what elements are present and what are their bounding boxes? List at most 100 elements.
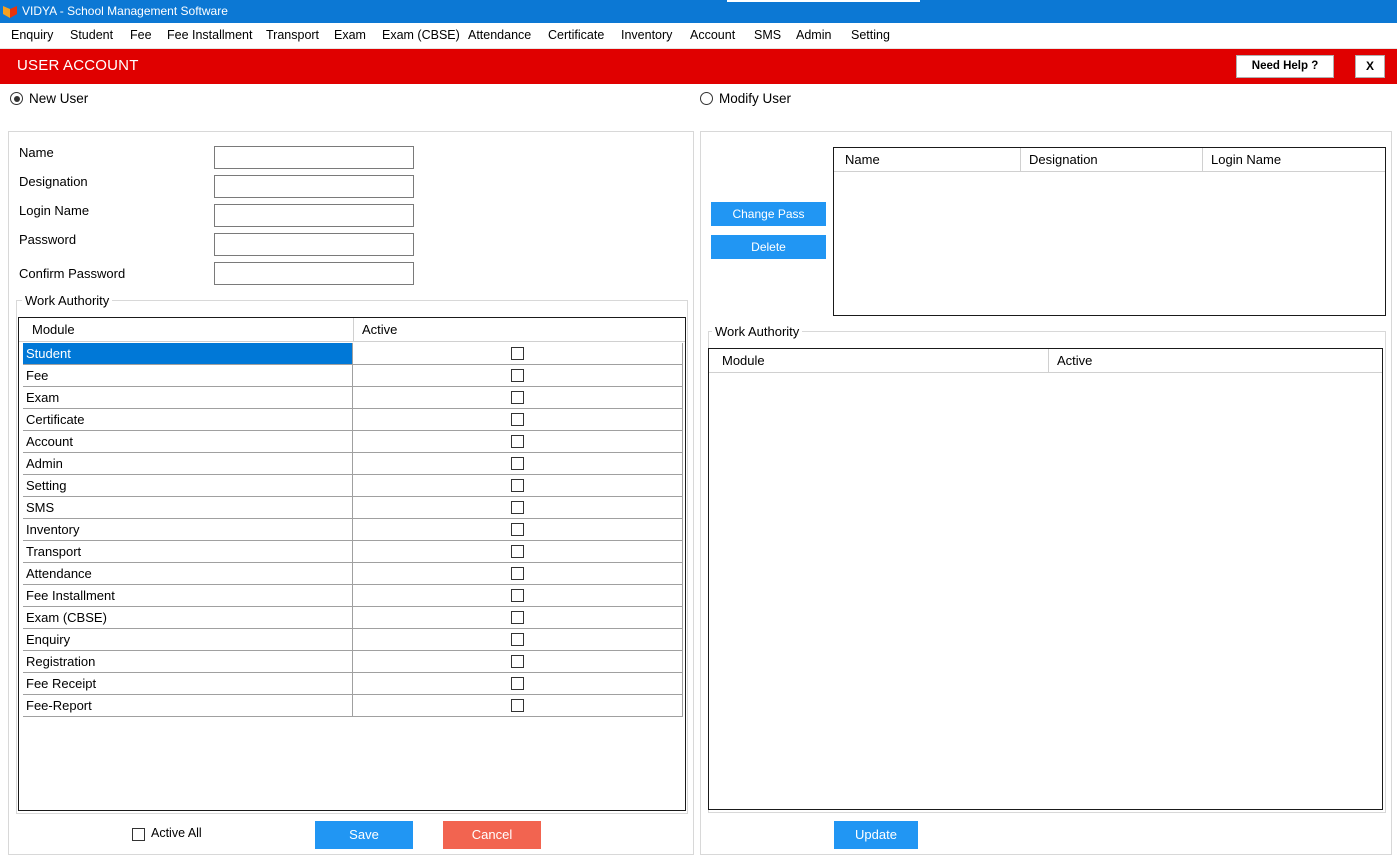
menu-attendance[interactable]: Attendance	[468, 28, 531, 42]
menu-enquiry[interactable]: Enquiry	[11, 28, 53, 42]
active-cell[interactable]	[353, 343, 683, 365]
module-cell[interactable]: Exam	[23, 387, 353, 409]
active-all-checkbox[interactable]	[132, 828, 145, 841]
table-row[interactable]: Registration	[23, 651, 683, 673]
table-row[interactable]: Fee	[23, 365, 683, 387]
module-cell[interactable]: Inventory	[23, 519, 353, 541]
active-checkbox[interactable]	[511, 677, 524, 690]
active-cell[interactable]	[353, 651, 683, 673]
table-row[interactable]: Student	[23, 343, 683, 365]
active-checkbox[interactable]	[511, 391, 524, 404]
active-cell[interactable]	[353, 409, 683, 431]
module-cell[interactable]: Certificate	[23, 409, 353, 431]
column-header-designation[interactable]: Designation	[1021, 148, 1203, 171]
module-cell[interactable]: Registration	[23, 651, 353, 673]
table-row[interactable]: Certificate	[23, 409, 683, 431]
active-cell[interactable]	[353, 387, 683, 409]
menu-transport[interactable]: Transport	[266, 28, 319, 42]
active-cell[interactable]	[353, 629, 683, 651]
table-row[interactable]: Admin	[23, 453, 683, 475]
modify-column-header-module[interactable]: Module	[714, 349, 1049, 372]
active-cell[interactable]	[353, 519, 683, 541]
module-cell[interactable]: Account	[23, 431, 353, 453]
login-name-input[interactable]	[214, 204, 414, 227]
new-user-option[interactable]: New User	[10, 90, 130, 108]
table-row[interactable]: Fee Installment	[23, 585, 683, 607]
module-cell[interactable]: Admin	[23, 453, 353, 475]
menu-account[interactable]: Account	[690, 28, 735, 42]
close-button[interactable]: X	[1355, 55, 1385, 78]
designation-input[interactable]	[214, 175, 414, 198]
active-cell[interactable]	[353, 453, 683, 475]
save-button[interactable]: Save	[315, 821, 413, 849]
module-cell[interactable]: Fee-Report	[23, 695, 353, 717]
cancel-button[interactable]: Cancel	[443, 821, 541, 849]
modify-column-header-active[interactable]: Active	[1049, 349, 1382, 372]
table-row[interactable]: Exam	[23, 387, 683, 409]
module-cell[interactable]: Setting	[23, 475, 353, 497]
column-header-active[interactable]: Active	[354, 318, 684, 341]
module-cell[interactable]: Attendance	[23, 563, 353, 585]
confirm-password-input[interactable]	[214, 262, 414, 285]
active-checkbox[interactable]	[511, 655, 524, 668]
module-cell[interactable]: Fee Installment	[23, 585, 353, 607]
modify-user-radio[interactable]	[700, 92, 713, 105]
active-checkbox[interactable]	[511, 413, 524, 426]
active-cell[interactable]	[353, 563, 683, 585]
change-pass-button[interactable]: Change Pass	[711, 202, 826, 226]
active-cell[interactable]	[353, 541, 683, 563]
active-cell[interactable]	[353, 695, 683, 717]
table-row[interactable]: Attendance	[23, 563, 683, 585]
active-checkbox[interactable]	[511, 457, 524, 470]
active-cell[interactable]	[353, 497, 683, 519]
active-checkbox[interactable]	[511, 567, 524, 580]
menu-admin[interactable]: Admin	[796, 28, 831, 42]
active-checkbox[interactable]	[511, 545, 524, 558]
active-checkbox[interactable]	[511, 611, 524, 624]
active-checkbox[interactable]	[511, 501, 524, 514]
menu-fee-installment[interactable]: Fee Installment	[167, 28, 252, 42]
table-row[interactable]: Setting	[23, 475, 683, 497]
active-cell[interactable]	[353, 673, 683, 695]
table-row[interactable]: Inventory	[23, 519, 683, 541]
table-row[interactable]: Enquiry	[23, 629, 683, 651]
active-checkbox[interactable]	[511, 479, 524, 492]
menu-exam-cbse[interactable]: Exam (CBSE)	[382, 28, 460, 42]
active-checkbox[interactable]	[511, 523, 524, 536]
module-cell[interactable]: Student	[23, 343, 353, 365]
table-row[interactable]: Exam (CBSE)	[23, 607, 683, 629]
module-cell[interactable]: Transport	[23, 541, 353, 563]
active-cell[interactable]	[353, 585, 683, 607]
modify-user-option[interactable]: Modify User	[700, 90, 840, 108]
active-checkbox[interactable]	[511, 589, 524, 602]
menu-setting[interactable]: Setting	[851, 28, 890, 42]
update-button[interactable]: Update	[834, 821, 918, 849]
module-cell[interactable]: SMS	[23, 497, 353, 519]
password-input[interactable]	[214, 233, 414, 256]
module-cell[interactable]: Fee	[23, 365, 353, 387]
table-row[interactable]: Fee Receipt	[23, 673, 683, 695]
delete-button[interactable]: Delete	[711, 235, 826, 259]
module-cell[interactable]: Enquiry	[23, 629, 353, 651]
active-checkbox[interactable]	[511, 435, 524, 448]
module-cell[interactable]: Fee Receipt	[23, 673, 353, 695]
table-row[interactable]: Fee-Report	[23, 695, 683, 717]
name-input[interactable]	[214, 146, 414, 169]
menu-inventory[interactable]: Inventory	[621, 28, 672, 42]
menu-student[interactable]: Student	[70, 28, 113, 42]
column-header-name[interactable]: Name	[837, 148, 1021, 171]
active-cell[interactable]	[353, 365, 683, 387]
active-checkbox[interactable]	[511, 369, 524, 382]
active-checkbox[interactable]	[511, 699, 524, 712]
menu-exam[interactable]: Exam	[334, 28, 366, 42]
column-header-login-name[interactable]: Login Name	[1203, 148, 1385, 171]
menu-certificate[interactable]: Certificate	[548, 28, 604, 42]
menu-fee[interactable]: Fee	[130, 28, 152, 42]
table-row[interactable]: Account	[23, 431, 683, 453]
table-row[interactable]: Transport	[23, 541, 683, 563]
need-help-button[interactable]: Need Help ?	[1236, 55, 1334, 78]
table-row[interactable]: SMS	[23, 497, 683, 519]
active-cell[interactable]	[353, 475, 683, 497]
column-header-module[interactable]: Module	[24, 318, 354, 341]
menu-sms[interactable]: SMS	[754, 28, 781, 42]
